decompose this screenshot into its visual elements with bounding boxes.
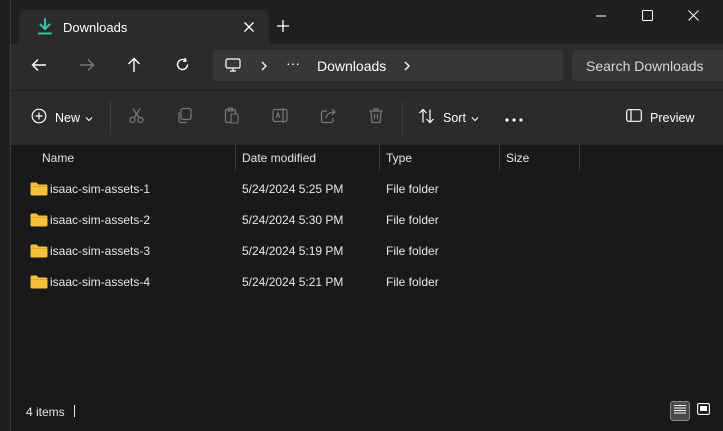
preview-pane-icon xyxy=(626,109,642,127)
column-divider[interactable] xyxy=(499,145,500,171)
close-icon xyxy=(687,8,699,26)
chevron-right-icon[interactable] xyxy=(403,59,413,71)
file-name: isaac-sim-assets-4 xyxy=(50,275,151,289)
column-divider[interactable] xyxy=(379,145,380,171)
column-divider[interactable] xyxy=(235,145,236,171)
column-header-size[interactable]: Size xyxy=(506,145,529,171)
tiles-view-button[interactable] xyxy=(693,401,713,421)
address-overflow-button[interactable]: ··· xyxy=(286,55,300,71)
share-icon xyxy=(320,107,337,129)
back-button[interactable] xyxy=(24,54,54,80)
delete-button[interactable] xyxy=(368,107,384,129)
list-item[interactable]: isaac-sim-assets-2 5/24/2024 5:30 PM Fil… xyxy=(11,204,723,235)
copy-button[interactable] xyxy=(176,107,193,129)
file-type: File folder xyxy=(386,182,439,196)
rename-button[interactable] xyxy=(272,107,290,129)
trash-icon xyxy=(368,107,384,129)
file-type: File folder xyxy=(386,275,439,289)
file-explorer-window: Downloads ··· Downloads Search Downloads… xyxy=(10,0,723,431)
preview-label: Preview xyxy=(650,111,695,125)
maximize-button[interactable] xyxy=(624,0,670,34)
tab-downloads[interactable]: Downloads xyxy=(19,10,269,44)
file-type: File folder xyxy=(386,213,439,227)
details-view-button[interactable] xyxy=(670,401,690,421)
sort-button[interactable]: Sort xyxy=(418,107,479,129)
this-pc-icon[interactable] xyxy=(225,58,241,72)
chevron-down-icon xyxy=(471,109,479,127)
status-divider xyxy=(74,405,75,417)
arrow-right-icon xyxy=(79,58,95,77)
navigation-bar: ··· Downloads xyxy=(11,44,723,90)
breadcrumb-downloads[interactable]: Downloads xyxy=(317,58,386,74)
file-name: isaac-sim-assets-2 xyxy=(50,213,151,227)
sort-label: Sort xyxy=(443,111,466,125)
close-window-button[interactable] xyxy=(670,0,716,34)
share-button[interactable] xyxy=(320,107,337,129)
status-bar: 4 items xyxy=(11,398,723,424)
minimize-button[interactable] xyxy=(578,0,624,34)
file-date: 5/24/2024 5:21 PM xyxy=(242,275,344,289)
file-date: 5/24/2024 5:25 PM xyxy=(242,182,344,196)
chevron-down-icon xyxy=(85,109,93,127)
folder-icon xyxy=(30,275,48,289)
more-options-button[interactable] xyxy=(505,107,523,129)
search-box[interactable] xyxy=(572,50,723,81)
new-button[interactable]: New xyxy=(31,107,93,129)
refresh-icon xyxy=(175,57,190,77)
up-button[interactable] xyxy=(119,54,149,80)
maximize-icon xyxy=(641,8,653,26)
arrow-left-icon xyxy=(31,58,47,77)
search-input[interactable] xyxy=(572,50,723,81)
title-bar: Downloads xyxy=(11,0,723,44)
new-tab-button[interactable] xyxy=(273,16,293,36)
command-bar: New Sort Preview xyxy=(11,90,723,145)
folder-icon xyxy=(30,213,48,227)
minimize-icon xyxy=(596,8,606,26)
divider xyxy=(110,101,111,135)
list-item[interactable]: isaac-sim-assets-1 5/24/2024 5:25 PM Fil… xyxy=(11,173,723,204)
column-header-name[interactable]: Name xyxy=(42,145,74,171)
column-header-date[interactable]: Date modified xyxy=(242,145,316,171)
forward-button[interactable] xyxy=(72,54,102,80)
scissors-icon xyxy=(128,107,145,129)
file-date: 5/24/2024 5:19 PM xyxy=(242,244,344,258)
divider xyxy=(402,101,403,135)
more-icon xyxy=(505,109,523,127)
arrow-up-icon xyxy=(127,57,141,78)
file-name: isaac-sim-assets-3 xyxy=(50,244,151,258)
refresh-button[interactable] xyxy=(167,54,197,80)
new-label: New xyxy=(55,111,81,125)
column-header-type[interactable]: Type xyxy=(386,145,412,171)
download-icon xyxy=(37,18,53,36)
folder-icon xyxy=(30,182,48,196)
rename-icon xyxy=(272,107,290,129)
column-divider[interactable] xyxy=(579,145,580,171)
address-bar[interactable]: ··· Downloads xyxy=(213,50,563,81)
chevron-right-icon[interactable] xyxy=(260,59,270,71)
column-header-row: Name Date modified Type Size xyxy=(11,145,723,171)
close-tab-icon[interactable] xyxy=(239,17,259,37)
file-name: isaac-sim-assets-1 xyxy=(50,182,151,196)
cut-button[interactable] xyxy=(128,107,145,129)
copy-icon xyxy=(176,107,193,129)
sort-icon xyxy=(418,108,435,129)
details-view-icon xyxy=(674,402,686,420)
list-item[interactable]: isaac-sim-assets-3 5/24/2024 5:19 PM Fil… xyxy=(11,235,723,266)
list-item[interactable]: isaac-sim-assets-4 5/24/2024 5:21 PM Fil… xyxy=(11,266,723,297)
file-type: File folder xyxy=(386,244,439,258)
folder-icon xyxy=(30,244,48,258)
paste-button[interactable] xyxy=(223,107,240,129)
clipboard-icon xyxy=(223,107,240,129)
tiles-view-icon xyxy=(696,402,710,420)
file-date: 5/24/2024 5:30 PM xyxy=(242,213,344,227)
tab-title: Downloads xyxy=(63,20,128,35)
preview-button[interactable]: Preview xyxy=(626,107,694,129)
add-circle-icon xyxy=(31,108,47,129)
item-count: 4 items xyxy=(26,405,65,419)
